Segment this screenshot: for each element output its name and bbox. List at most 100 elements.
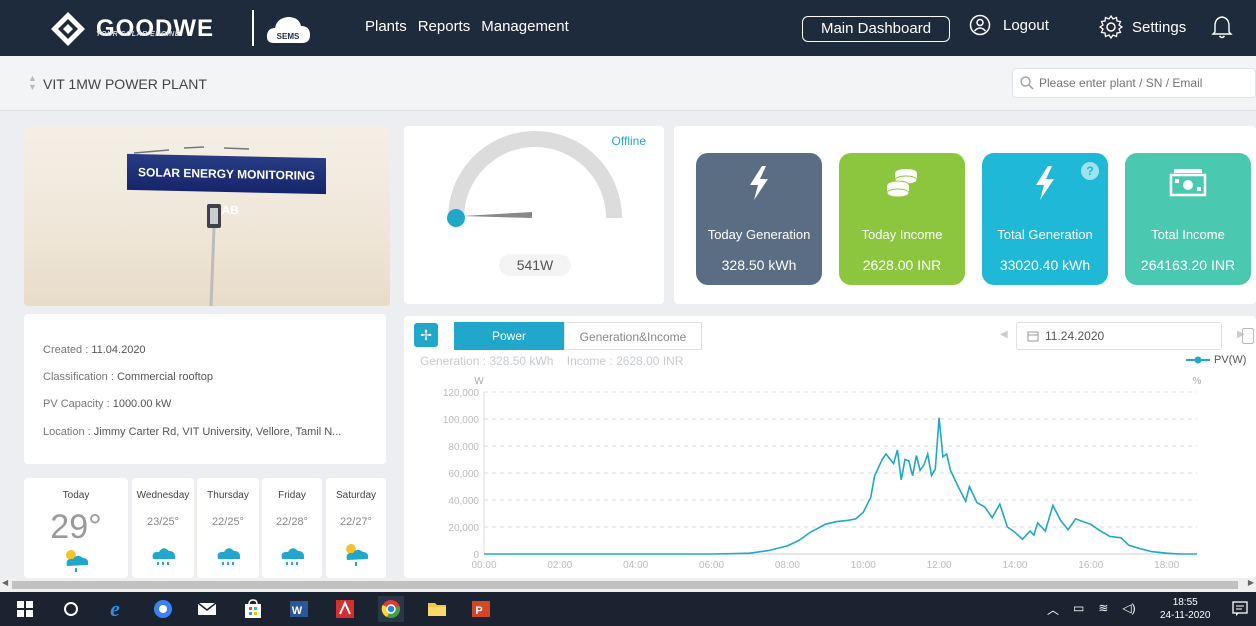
acrobat-icon[interactable]	[334, 598, 356, 620]
cortana-icon[interactable]	[60, 598, 82, 620]
rain-cloud-icon	[281, 548, 305, 565]
nav-management[interactable]: Management	[481, 18, 569, 35]
settings-button[interactable]: Settings	[1098, 14, 1186, 40]
chrome-icon[interactable]	[378, 596, 404, 622]
y-tick-label: 100,000	[443, 415, 480, 426]
tile-value: 328.50 kWh	[721, 257, 797, 273]
logout-label: Logout	[1003, 16, 1049, 34]
folder-icon[interactable]	[426, 598, 448, 620]
x-tick-label: 02:00	[547, 560, 572, 571]
top-navbar: GOODWE YOUR SOLAR ENGINE SEMS Plants Rep…	[0, 0, 1256, 56]
y-tick-label: 80,000	[448, 442, 479, 453]
help-icon[interactable]: ?	[1080, 161, 1100, 181]
svg-text:?: ?	[1086, 164, 1093, 178]
y-axis-unit: W	[474, 376, 484, 387]
created-row: Created : 11.04.2020	[43, 344, 146, 356]
move-icon[interactable]: ✢	[414, 323, 438, 347]
legend-label: PV(W)	[1214, 354, 1247, 366]
y-tick-label: 20,000	[448, 523, 479, 534]
tile-today-income: Today Income 2628.00 INR	[839, 153, 965, 285]
weather-today: Today 29°	[24, 478, 128, 578]
plant-title: VIT 1MW POWER PLANT	[43, 76, 207, 92]
calendar-icon	[1027, 331, 1039, 342]
coins-icon	[886, 169, 918, 198]
power-gauge	[447, 131, 622, 227]
logout-button[interactable]: Logout	[969, 14, 1049, 36]
volume-icon: ◁)	[1122, 601, 1136, 615]
search-input[interactable]	[1039, 76, 1239, 90]
store-icon[interactable]	[242, 598, 264, 620]
today-temp: 29°	[50, 508, 102, 546]
main-dashboard-button[interactable]: Main Dashboard	[802, 16, 950, 42]
rain-cloud-icon	[152, 548, 176, 565]
nav-reports[interactable]: Reports	[418, 18, 471, 35]
sems-cloud-icon[interactable]: SEMS	[264, 11, 312, 47]
tab-generation-income[interactable]: Generation&Income	[564, 322, 702, 350]
lightning-icon	[750, 166, 768, 200]
scrollbar-thumb[interactable]	[12, 581, 1238, 589]
edge-icon[interactable]: e	[104, 598, 126, 620]
y-tick-label: 40,000	[448, 496, 479, 507]
search-box[interactable]	[1012, 68, 1256, 98]
y-tick-label: 120,000	[443, 388, 480, 399]
lab-banner: SOLAR ENERGY MONITORING LAB	[127, 153, 326, 217]
rain-sun-icon	[346, 544, 369, 566]
date-picker[interactable]: 11.24.2020	[1016, 322, 1222, 350]
system-tray[interactable]: ︿ ▭ ≋ ◁)	[1047, 601, 1136, 618]
goodwe-diamond-icon	[51, 12, 85, 46]
lightning-icon	[1036, 166, 1054, 200]
svg-text:P: P	[475, 605, 482, 617]
capacity-value: 1000.00 kW	[112, 398, 172, 410]
mail-icon[interactable]	[196, 598, 218, 620]
taskbar-clock[interactable]: 18:55 24-11-2020	[1160, 596, 1210, 622]
x-tick-label: 16:00	[1078, 560, 1103, 571]
clock-time: 18:55	[1172, 597, 1198, 608]
plant-info-card: Created : 11.04.2020 Classification : Co…	[24, 314, 386, 464]
chart-summary: Generation : 328.50 kWh Income : 2628.00…	[420, 354, 684, 368]
tile-label: Total Generation	[997, 227, 1093, 242]
bell-icon[interactable]	[1210, 14, 1234, 40]
tab-power[interactable]: Power	[454, 322, 564, 350]
x-tick-label: 08:00	[775, 560, 800, 571]
tile-total-generation: ? Total Generation 33020.40 kWh	[982, 153, 1108, 285]
gauge-value: 541W	[499, 254, 571, 276]
weather-friday: Friday 22/28°	[262, 478, 322, 578]
plant-switch-icon[interactable]: ▲ ▼	[28, 74, 37, 92]
created-value: 11.04.2020	[91, 344, 146, 356]
tile-value: 33020.40 kWh	[999, 257, 1091, 273]
windows-start-icon[interactable]	[14, 598, 36, 620]
stats-card: Today Generation 328.50 kWh Today Income…	[674, 126, 1256, 304]
goodwe-logo[interactable]: GOODWE	[50, 8, 250, 50]
chart-legend[interactable]: PV(W)	[1186, 354, 1246, 366]
x-tick-label: 14:00	[1002, 560, 1027, 571]
location-row: Location : Jimmy Carter Rd, VIT Universi…	[43, 426, 342, 438]
tile-label: Total Income	[1151, 227, 1225, 242]
settings-label: Settings	[1132, 18, 1187, 36]
checkbox-icon[interactable]	[1242, 328, 1254, 344]
wifi-icon: ≋	[1098, 601, 1109, 615]
gear-icon	[1098, 14, 1124, 40]
street-lamp	[207, 204, 221, 306]
notification-icon[interactable]	[1232, 601, 1248, 617]
plant-photo: SOLAR ENERGY MONITORING LAB	[24, 126, 390, 306]
tile-value: 2628.00 INR	[862, 257, 942, 273]
gauge-needle	[462, 212, 532, 218]
word-icon[interactable]: W	[288, 598, 310, 620]
capacity-row: PV Capacity : 1000.00 kW	[43, 398, 172, 410]
y2-axis-unit: %	[1193, 376, 1202, 387]
clock-date: 24-11-2020	[1160, 610, 1211, 621]
browser-icon[interactable]	[152, 598, 174, 620]
powerpoint-icon[interactable]: P	[470, 598, 492, 620]
scroll-right-icon: ▶	[1247, 578, 1254, 587]
nav-plants[interactable]: Plants	[365, 18, 407, 35]
windows-taskbar: e W P ︿ ▭ ≋ ◁) 18:55 24-11-2020	[0, 592, 1256, 626]
rain-sun-icon	[66, 550, 89, 572]
prev-date-icon[interactable]: ◀	[1000, 329, 1008, 340]
weather-forecast: Today 29° Wednesday 23/25° Thursday 22/2…	[24, 478, 386, 578]
legend-marker-icon	[1186, 356, 1210, 364]
horizontal-scrollbar[interactable]: ◀ ▶	[0, 578, 1256, 592]
series-line-pv	[484, 417, 1198, 555]
x-tick-label: 04:00	[623, 560, 648, 571]
power-line-chart: W %020,00040,00060,00080,000100,000120,00…	[443, 376, 1202, 571]
battery-icon: ▭	[1073, 601, 1085, 615]
